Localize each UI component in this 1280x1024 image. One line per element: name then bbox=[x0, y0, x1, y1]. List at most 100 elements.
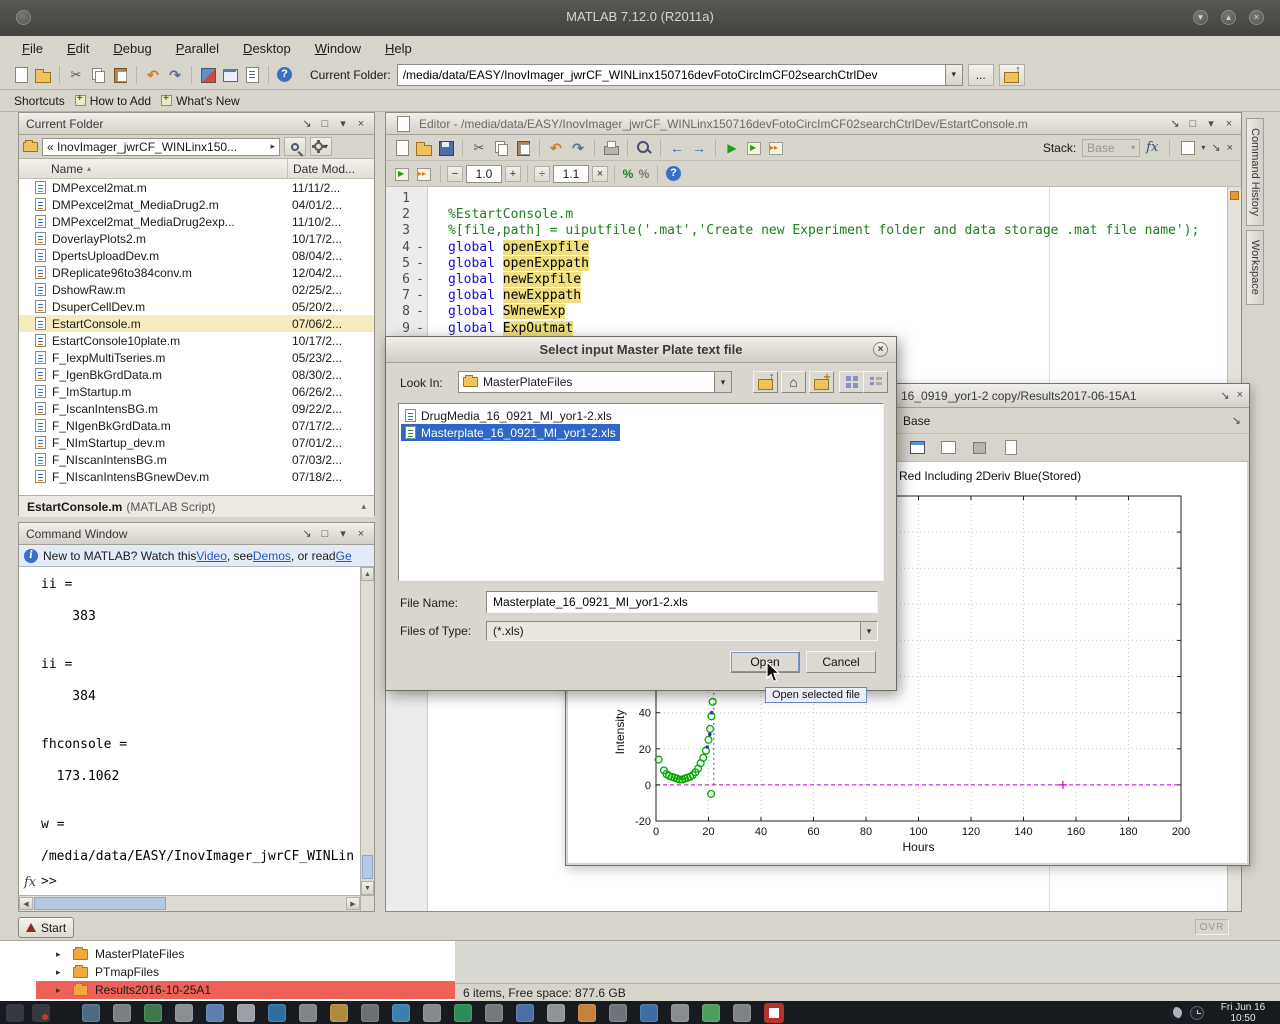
tree-item[interactable]: ▸MasterPlateFiles bbox=[0, 945, 455, 963]
taskbar-app-icon[interactable] bbox=[671, 1004, 689, 1022]
dialog-file-list[interactable]: DrugMedia_16_0921_MI_yor1-2.xlsMasterpla… bbox=[398, 403, 884, 581]
demos-link[interactable]: Demos bbox=[253, 549, 291, 563]
minimize-button[interactable]: ▾ bbox=[1193, 10, 1208, 25]
scroll-left-icon[interactable]: ◀ bbox=[19, 897, 33, 910]
maximize-icon[interactable]: □ bbox=[319, 117, 331, 131]
tab-command-history[interactable]: Command History bbox=[1246, 118, 1264, 226]
tab-workspace[interactable]: Workspace bbox=[1246, 230, 1264, 305]
file-row[interactable]: DshowRaw.m02/25/2... bbox=[19, 281, 374, 298]
code-line[interactable]: 7-global newExppath bbox=[386, 288, 1227, 304]
dock-icon[interactable]: ↘ bbox=[1169, 117, 1181, 131]
files-of-type-select[interactable]: (*.xls) ▾ bbox=[486, 621, 878, 641]
paste-icon[interactable] bbox=[111, 66, 129, 84]
column-date[interactable]: Date Mod... bbox=[287, 159, 355, 178]
cancel-button[interactable]: Cancel bbox=[806, 651, 876, 673]
file-row[interactable]: F_IexpMultiTseries.m05/23/2... bbox=[19, 349, 374, 366]
copy-icon[interactable] bbox=[492, 139, 510, 157]
new-file-icon[interactable] bbox=[393, 139, 411, 157]
look-in-select[interactable]: MasterPlateFiles ▾ bbox=[458, 371, 732, 393]
figure-toolbar-icon[interactable] bbox=[970, 438, 988, 456]
code-line[interactable]: 1 bbox=[386, 191, 1227, 207]
video-link[interactable]: Video bbox=[196, 549, 226, 563]
vertical-scrollbar[interactable]: ▲ ▼ bbox=[360, 567, 374, 895]
menu-help[interactable]: Help bbox=[385, 41, 412, 56]
scrollbar-thumb[interactable] bbox=[362, 855, 373, 879]
menu-icon[interactable]: ▾ bbox=[1205, 117, 1217, 131]
uncomment-icon[interactable]: % bbox=[636, 167, 652, 181]
code-line[interactable]: 2%EstartConsole.m bbox=[386, 207, 1227, 223]
getting-started-link[interactable]: Ge bbox=[336, 549, 352, 563]
file-row[interactable]: DMPexcel2mat_MediaDrug2.m04/01/2... bbox=[19, 196, 374, 213]
file-row[interactable]: DoverlayPlots2.m10/17/2... bbox=[19, 230, 374, 247]
current-folder-path-input[interactable] bbox=[398, 68, 945, 82]
command-output-area[interactable]: ii = 383 ii = 384 fhconsole = 173.1062 w… bbox=[19, 567, 360, 895]
code-line[interactable]: 6-global newExpfile bbox=[386, 272, 1227, 288]
expand-arrow-icon[interactable]: ▸ bbox=[56, 985, 66, 996]
figure-toolbar-icon[interactable] bbox=[939, 438, 957, 456]
file-row[interactable]: F_ImStartup.m06/26/2... bbox=[19, 383, 374, 400]
dialog-file-item[interactable]: Masterplate_16_0921_MI_yor1-2.xls bbox=[401, 424, 620, 441]
run-icon[interactable] bbox=[723, 139, 741, 157]
home-button[interactable] bbox=[781, 371, 806, 393]
insert-cell-icon[interactable] bbox=[393, 165, 411, 183]
grid-view-button[interactable] bbox=[839, 371, 864, 393]
taskbar-app-icon[interactable] bbox=[733, 1004, 751, 1022]
code-line[interactable]: 8-global SWnewExp bbox=[386, 304, 1227, 320]
close-icon[interactable]: × bbox=[1237, 389, 1243, 402]
menu-desktop[interactable]: Desktop bbox=[243, 41, 291, 56]
cut-icon[interactable] bbox=[67, 66, 85, 84]
simulink-icon[interactable] bbox=[199, 66, 217, 84]
fx-icon[interactable]: fx bbox=[24, 875, 36, 890]
file-row[interactable]: EstartConsole.m07/06/2... bbox=[19, 315, 374, 332]
file-name-input[interactable] bbox=[486, 591, 878, 613]
close-button[interactable]: × bbox=[1249, 10, 1264, 25]
dialog-file-item[interactable]: DrugMedia_16_0921_MI_yor1-2.xls bbox=[401, 407, 616, 424]
copy-icon[interactable] bbox=[89, 66, 107, 84]
file-row[interactable]: EstartConsole10plate.m10/17/2... bbox=[19, 332, 374, 349]
file-row[interactable]: F_IscanIntensBG.m09/22/2... bbox=[19, 400, 374, 417]
run-section-icon[interactable] bbox=[745, 139, 763, 157]
night-mode-icon[interactable] bbox=[1170, 1007, 1182, 1019]
taskbar-app-icon[interactable] bbox=[423, 1004, 441, 1022]
lint-warning-marker[interactable] bbox=[1230, 191, 1239, 200]
maximize-icon[interactable]: □ bbox=[319, 527, 331, 541]
actions-button[interactable]: ▾ bbox=[310, 137, 332, 156]
save-icon[interactable] bbox=[437, 139, 455, 157]
taskbar-app-icon[interactable] bbox=[206, 1004, 224, 1022]
scroll-right-icon[interactable]: ▶ bbox=[346, 897, 360, 910]
details-view-button[interactable] bbox=[863, 371, 888, 393]
dock-icon[interactable]: ↘ bbox=[1220, 389, 1229, 402]
file-row[interactable]: F_NImStartup_dev.m07/01/2... bbox=[19, 434, 374, 451]
app-menu-icon[interactable] bbox=[32, 1004, 50, 1022]
scrollbar-thumb[interactable] bbox=[34, 897, 166, 910]
layout-icon[interactable] bbox=[1181, 141, 1195, 155]
function-hints-icon[interactable]: fx bbox=[1146, 140, 1158, 155]
file-row[interactable]: DMPexcel2mat_MediaDrug2exp...11/10/2... bbox=[19, 213, 374, 230]
close-icon[interactable]: × bbox=[1223, 117, 1235, 131]
menu-icon[interactable]: ▾ bbox=[337, 117, 349, 131]
taskbar-app-icon[interactable] bbox=[640, 1004, 658, 1022]
figure-toolbar-icon[interactable] bbox=[1001, 438, 1019, 456]
profiler-icon[interactable] bbox=[243, 66, 261, 84]
start-button[interactable]: Start bbox=[18, 917, 74, 938]
taskbar-app-icon[interactable] bbox=[268, 1004, 286, 1022]
file-row[interactable]: DReplicate96to384conv.m12/04/2... bbox=[19, 264, 374, 281]
taskbar-app-icon[interactable] bbox=[82, 1004, 100, 1022]
up-folder-button[interactable] bbox=[999, 64, 1025, 86]
paste-icon[interactable] bbox=[514, 139, 532, 157]
taskbar-app-icon[interactable] bbox=[113, 1004, 131, 1022]
taskbar-app-icon[interactable] bbox=[237, 1004, 255, 1022]
taskbar-app-icon[interactable] bbox=[702, 1004, 720, 1022]
chevron-down-icon[interactable]: ▾ bbox=[945, 65, 962, 85]
maximize-icon[interactable]: □ bbox=[1187, 117, 1199, 131]
taskbar-app-icon[interactable] bbox=[175, 1004, 193, 1022]
workspace-switcher-icon[interactable] bbox=[6, 1004, 24, 1022]
decrement-value-field[interactable]: 1.0 bbox=[466, 165, 502, 183]
open-folder-icon[interactable] bbox=[34, 66, 52, 84]
menu-file[interactable]: File bbox=[22, 41, 43, 56]
file-row[interactable]: F_IgenBkGrdData.m08/30/2... bbox=[19, 366, 374, 383]
search-button[interactable] bbox=[284, 137, 306, 156]
code-line[interactable]: 4-global openExpfile bbox=[386, 240, 1227, 256]
chevron-down-icon[interactable]: ▾ bbox=[860, 622, 877, 640]
undo-icon[interactable] bbox=[547, 139, 565, 157]
